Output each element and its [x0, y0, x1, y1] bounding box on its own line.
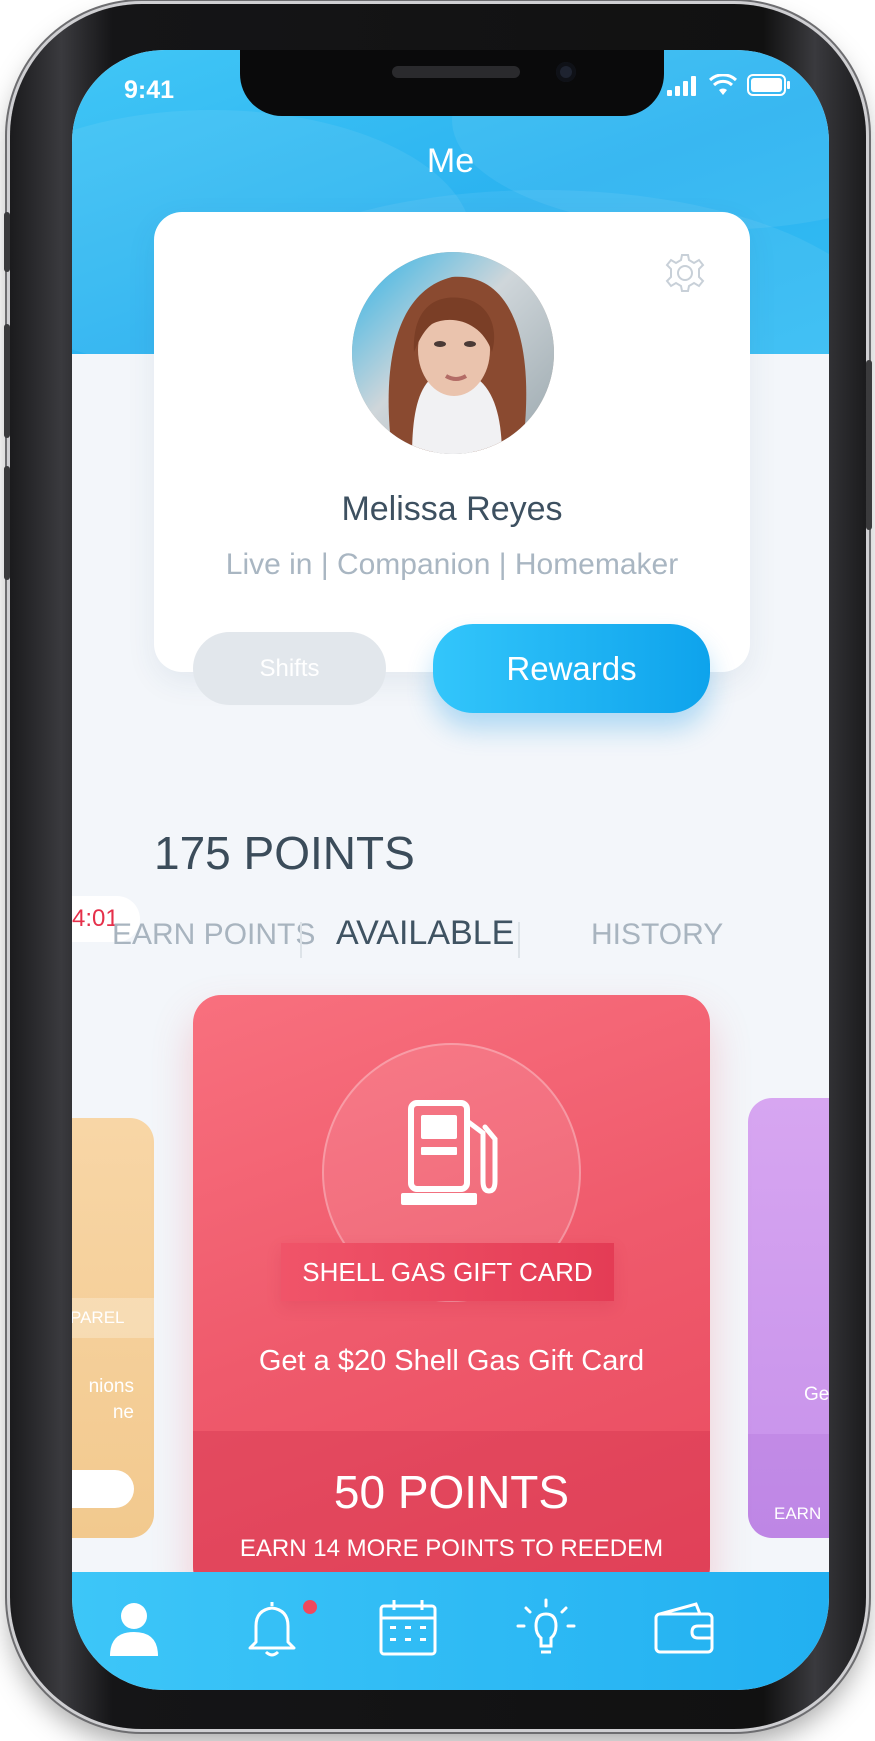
battery-icon [747, 74, 790, 96]
subtab-history[interactable]: HISTORY [591, 918, 723, 952]
reward-card-earn: EARN [774, 1504, 822, 1523]
reward-card-earn-more: EARN 14 MORE POINTS TO REEDEM [239, 1535, 664, 1562]
reward-card-description: Get a $20 Shell Gas Gift Card [258, 1345, 645, 1377]
reward-card-description: nions ne [88, 1376, 134, 1423]
avatar-photo [352, 252, 554, 454]
avatar[interactable] [352, 252, 554, 454]
wifi-icon [709, 74, 737, 95]
lightbulb-icon[interactable] [514, 1596, 578, 1660]
reward-card-purple[interactable]: Ge EARN [748, 1098, 829, 1538]
notification-dot [303, 1600, 317, 1614]
user-icon[interactable] [102, 1596, 166, 1660]
subtab-divider [518, 922, 520, 958]
profile-card: Melissa Reyes Live in | Companion | Home… [154, 212, 750, 672]
points-total: 175 POINTS [154, 827, 415, 879]
settings-gear-icon[interactable] [664, 252, 706, 294]
volume-down-button [4, 466, 10, 580]
reward-card-title: SHELL GAS GIFT CARD [281, 1243, 614, 1301]
profile-roles: Live in | Companion | Homemaker [225, 548, 679, 581]
rewards-button[interactable]: Rewards [433, 624, 710, 713]
bell-icon[interactable] [240, 1596, 304, 1660]
reward-card-apparel[interactable]: PAREL nions ne [72, 1118, 154, 1538]
subtab-earn-points[interactable]: EARN POINTS [112, 918, 315, 952]
status-time: 9:41 [124, 76, 175, 104]
speaker [392, 66, 520, 78]
gas-pump-icon [401, 1100, 498, 1205]
notch [240, 50, 664, 116]
reward-card-points: 50 POINTS [333, 1466, 570, 1518]
phone-frame: 9:41 Me Melissa Reyes Live in | Companio… [4, 4, 872, 1729]
subtab-available[interactable]: AVAILABLE [336, 914, 514, 953]
page-title: Me [426, 142, 475, 180]
shifts-button[interactable]: Shifts [193, 632, 386, 705]
reward-card-shell-gas[interactable]: SHELL GAS GIFT CARD Get a $20 Shell Gas … [193, 995, 710, 1595]
tab-bar [72, 1572, 829, 1690]
mute-switch [4, 212, 10, 272]
calendar-icon[interactable] [376, 1596, 440, 1660]
wallet-icon[interactable] [652, 1596, 716, 1660]
profile-name: Melissa Reyes [341, 490, 563, 528]
power-button [866, 360, 872, 530]
screen: 9:41 Me Melissa Reyes Live in | Companio… [72, 50, 829, 1690]
signal-icon [667, 76, 696, 96]
volume-up-button [4, 324, 10, 438]
status-icons [667, 74, 791, 96]
reward-card-pill [72, 1470, 134, 1508]
camera [556, 62, 576, 82]
subtab-divider [300, 922, 302, 958]
reward-card-tag: PAREL [72, 1298, 154, 1338]
reward-card-description: Ge [804, 1384, 829, 1405]
